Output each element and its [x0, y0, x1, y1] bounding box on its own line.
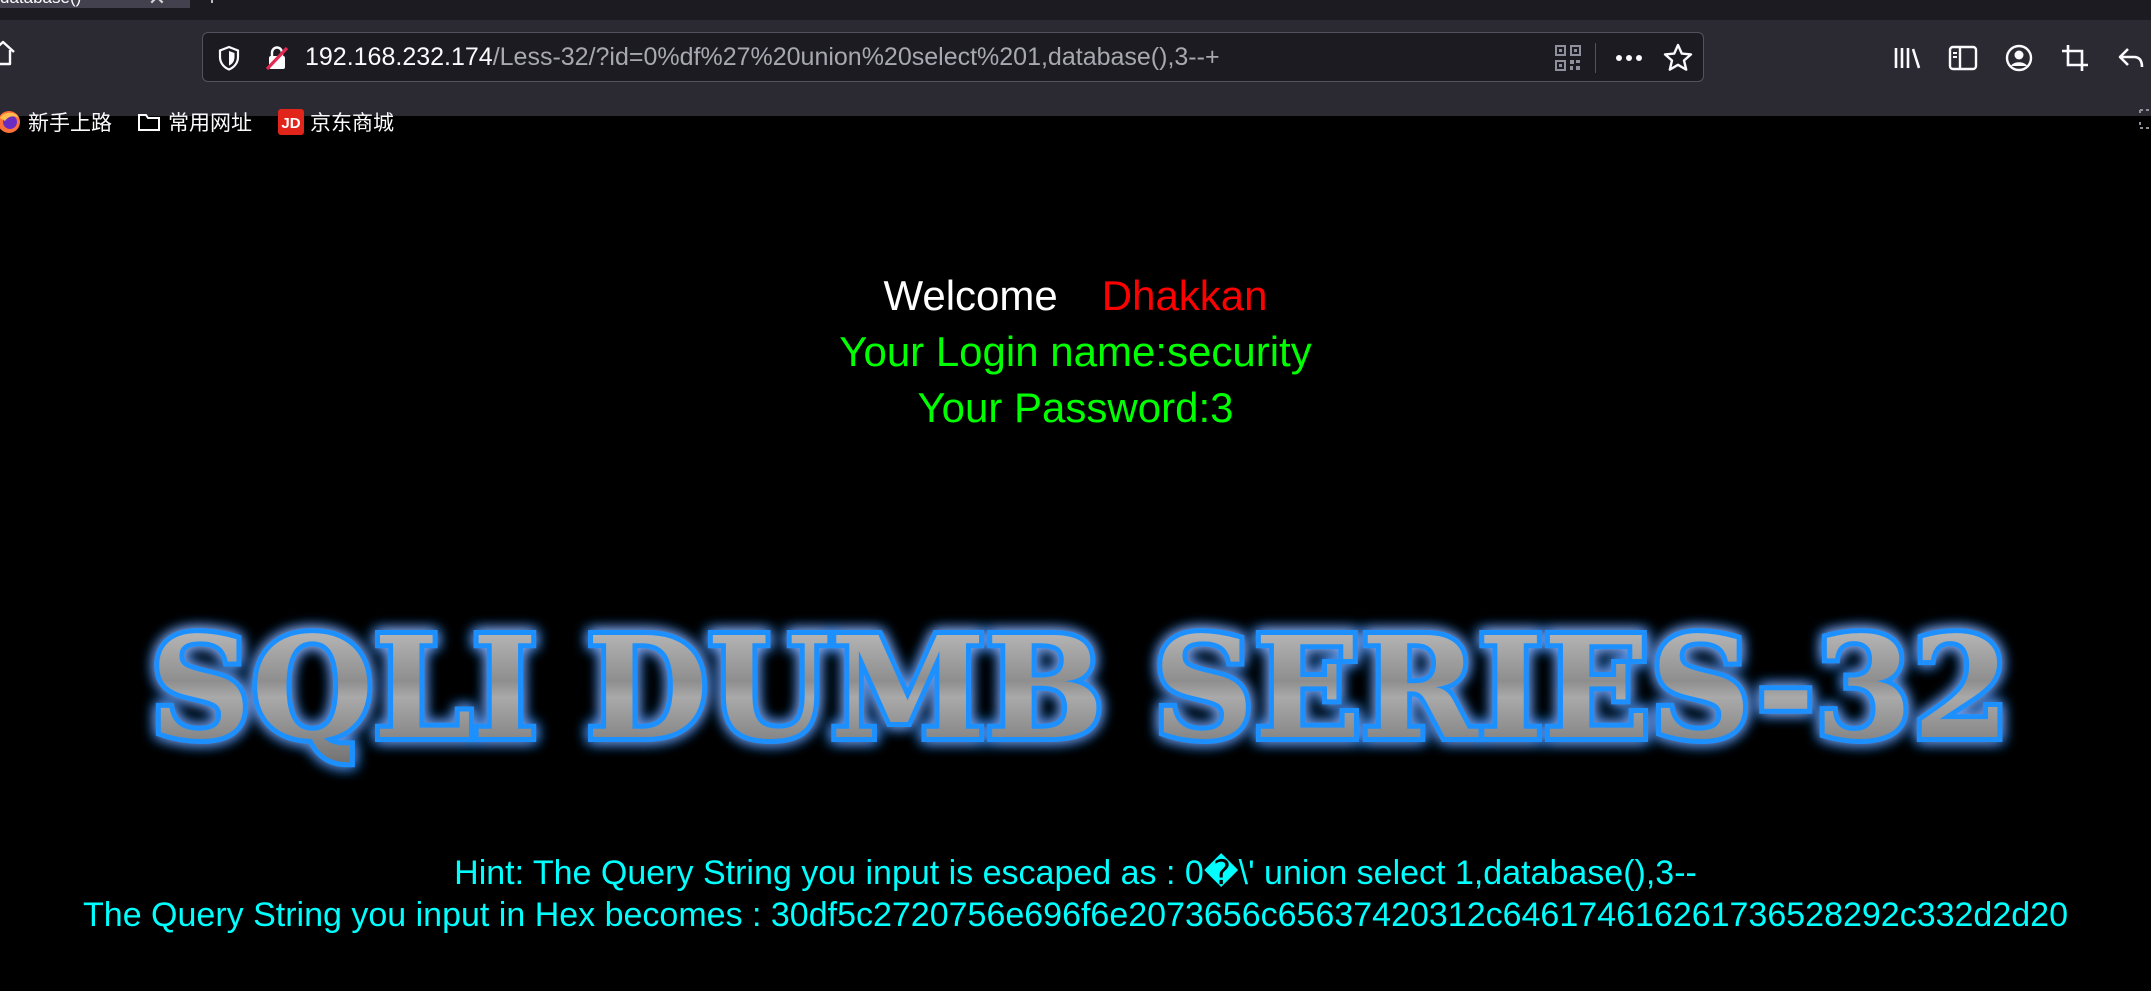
- page-actions-more-icon[interactable]: [1611, 43, 1647, 73]
- bookmark-label: 新手上路: [28, 111, 112, 135]
- bookmark-item[interactable]: 新手上路: [0, 106, 112, 138]
- welcome-line: Welcome Dhakkan: [0, 268, 2151, 324]
- sidebar-icon[interactable]: [1946, 41, 1980, 75]
- welcome-text: Welcome: [883, 272, 1058, 319]
- bookmark-label: 京东商城: [310, 111, 394, 135]
- tracking-protection-shield-icon[interactable]: [215, 44, 243, 72]
- username-text: Dhakkan: [1101, 272, 1268, 319]
- library-icon[interactable]: [1890, 41, 1924, 75]
- tab-strip: database() ✕ +: [0, 0, 2151, 20]
- back-arrow-icon[interactable]: [2114, 41, 2148, 75]
- qr-code-icon[interactable]: [1553, 43, 1583, 73]
- jd-badge-text: JD: [281, 115, 300, 132]
- screenshot-crop-icon[interactable]: [2058, 41, 2092, 75]
- login-name-text: Your Login name:security: [839, 328, 1312, 375]
- url-host: 192.168.232.174: [305, 43, 493, 71]
- firefox-icon: [0, 111, 20, 133]
- bookmark-star-icon[interactable]: [1661, 41, 1695, 75]
- jd-icon: JD: [278, 109, 304, 135]
- tab-title[interactable]: database(): [0, 0, 120, 8]
- sqli-dumb-series-banner: SQLI DUMB SERIES-32: [145, 602, 2015, 776]
- password-text: Your Password:3: [917, 384, 1234, 431]
- address-bar[interactable]: 192.168.232.174/Less-32/?id=0%df%27%20un…: [202, 32, 1704, 82]
- bookmark-label: 常用网址: [168, 111, 252, 135]
- tab-close-icon[interactable]: ✕: [146, 0, 168, 9]
- bookmark-folder[interactable]: 常用网址: [136, 106, 252, 138]
- page-content: Welcome Dhakkan Your Login name:security …: [0, 140, 2151, 991]
- navigation-toolbar: 192.168.232.174/Less-32/?id=0%df%27%20un…: [0, 20, 2151, 135]
- bookmark-item[interactable]: JD 京东商城: [278, 106, 394, 138]
- folder-icon: [138, 114, 160, 131]
- hex-text: The Query String you input in Hex become…: [83, 896, 2068, 934]
- account-icon[interactable]: [2002, 41, 2036, 75]
- banner-text: SQLI DUMB SERIES-32: [150, 607, 2010, 771]
- url-text[interactable]: 192.168.232.174/Less-32/?id=0%df%27%20un…: [305, 33, 1220, 81]
- insecure-lock-icon[interactable]: [263, 44, 291, 72]
- hint-text: Hint: The Query String you input is esca…: [454, 854, 1697, 892]
- home-icon[interactable]: [0, 38, 18, 68]
- new-tab-icon[interactable]: +: [205, 0, 227, 10]
- bookmarks-overflow-icon[interactable]: [2138, 106, 2151, 132]
- url-path: /Less-32/?id=0%df%27%20union%20select%20…: [492, 43, 1220, 71]
- url-bar-divider: [1595, 43, 1596, 73]
